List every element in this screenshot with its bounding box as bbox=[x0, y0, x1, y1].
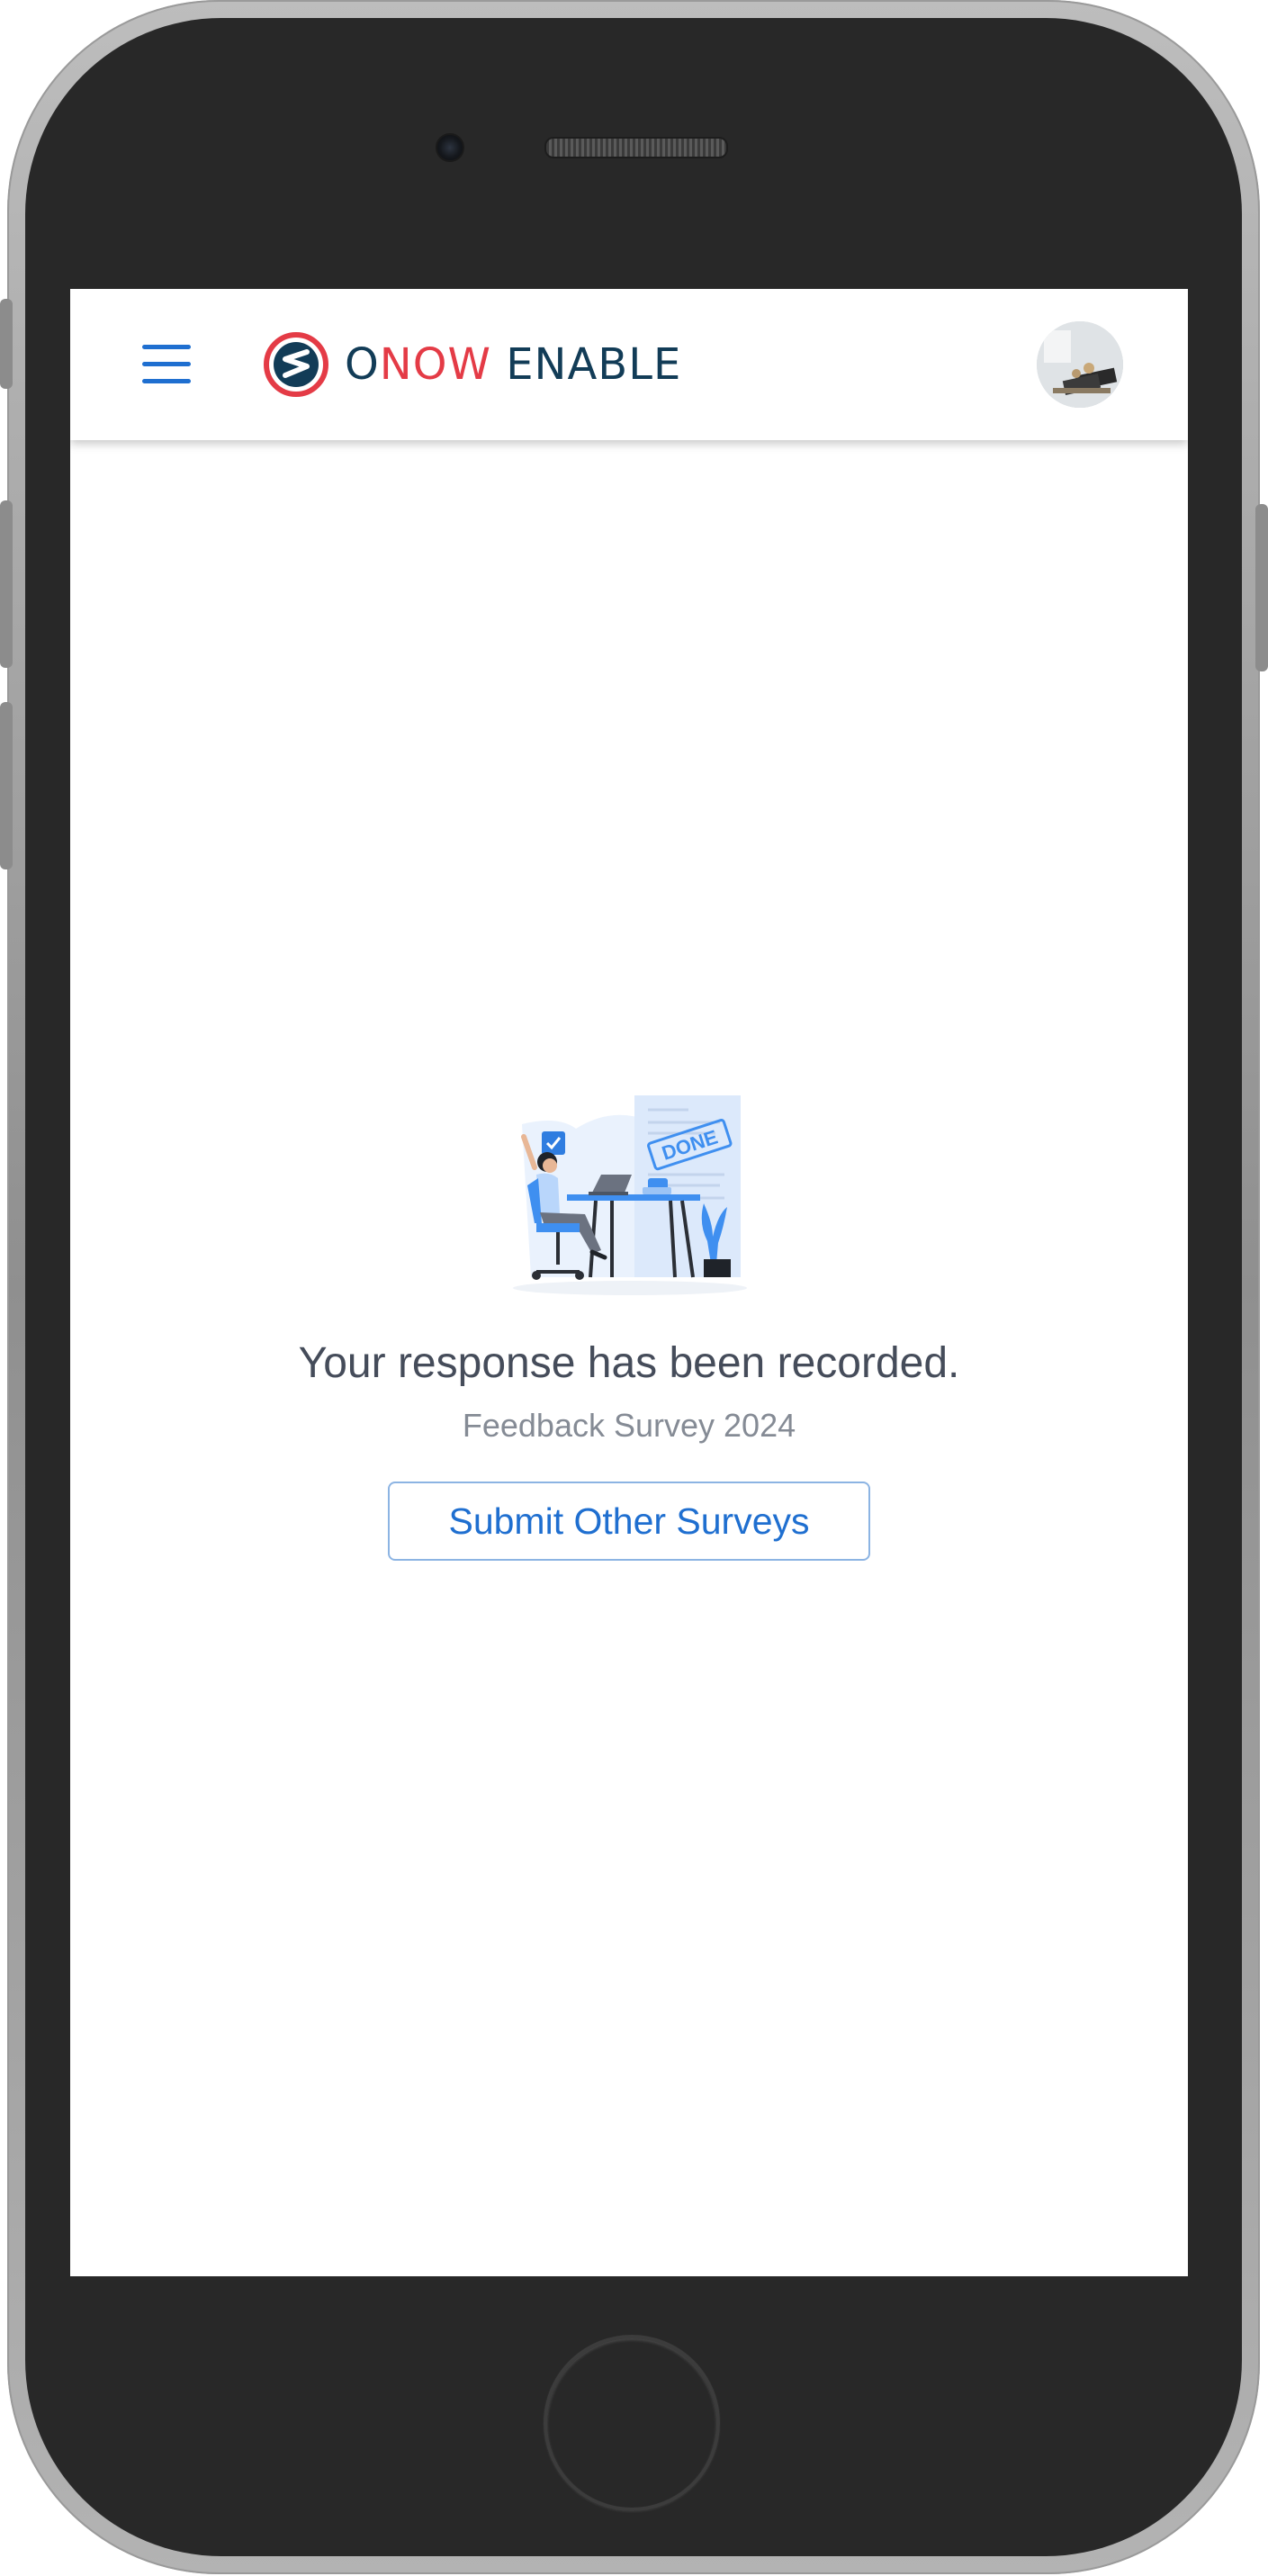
task-done-illustration: DONE bbox=[513, 1095, 747, 1295]
power-button bbox=[1255, 504, 1268, 671]
survey-name: Feedback Survey 2024 bbox=[462, 1407, 796, 1444]
avatar-photo-icon bbox=[1037, 321, 1123, 408]
confirmation-headline: Your response has been recorded. bbox=[298, 1339, 960, 1387]
app-header: ONOW ENABLE bbox=[70, 289, 1188, 440]
volume-up-button bbox=[0, 500, 13, 668]
mute-switch bbox=[0, 299, 13, 389]
logo-mark-icon bbox=[264, 332, 328, 397]
earpiece-speaker bbox=[544, 137, 728, 158]
confirmation-content: DONE Your response has been recorded. Fe… bbox=[70, 440, 1188, 2276]
hamburger-menu-icon[interactable] bbox=[142, 345, 191, 384]
logo-text-now: NOW bbox=[379, 339, 491, 390]
logo-wordmark: ONOW ENABLE bbox=[345, 339, 681, 390]
user-avatar[interactable] bbox=[1037, 321, 1123, 408]
volume-down-button bbox=[0, 702, 13, 869]
submit-other-surveys-button[interactable]: Submit Other Surveys bbox=[388, 1482, 870, 1561]
logo-text-enable: ENABLE bbox=[506, 339, 682, 390]
front-camera bbox=[436, 133, 464, 162]
brand-logo[interactable]: ONOW ENABLE bbox=[264, 329, 681, 401]
home-button[interactable] bbox=[544, 2335, 720, 2511]
logo-text-o: O bbox=[345, 339, 380, 390]
app-screen: ONOW ENABLE DONE Your response has been … bbox=[70, 289, 1188, 2276]
